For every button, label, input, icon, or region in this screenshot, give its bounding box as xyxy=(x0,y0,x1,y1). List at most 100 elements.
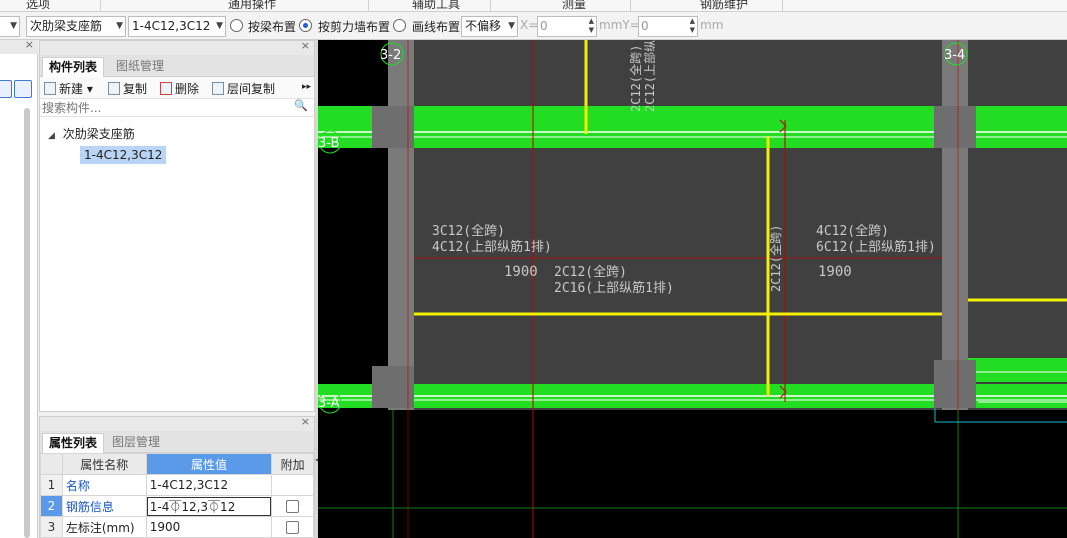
copy-icon xyxy=(108,82,120,95)
row-index: 1 xyxy=(40,474,63,496)
component-name-select[interactable]: 1-4C12,3C12 ▼ xyxy=(128,16,226,37)
prop-name: 左标注(mm) xyxy=(61,516,147,538)
tab-drawing-management[interactable]: 图纸管理 xyxy=(110,57,170,77)
annot-right-bottom[interactable]: 6C12(上部纵筋1排) xyxy=(816,239,936,255)
radio-beam-layout[interactable] xyxy=(230,19,243,32)
prop-name: 名称 xyxy=(61,474,147,496)
radio-shearwall-layout[interactable] xyxy=(299,19,312,32)
property-tabs: 属性列表 图层管理 xyxy=(40,431,314,453)
prop-value[interactable]: 1900 xyxy=(145,516,273,538)
y-input[interactable]: 0 ▲ ▼ xyxy=(638,16,698,37)
table-row[interactable]: 2 钢筋信息 1-4⏁12,3⏁12 xyxy=(40,495,314,517)
ribbon-group-rebar[interactable]: 钢筋维护 xyxy=(700,0,748,11)
extra-checkbox[interactable] xyxy=(286,500,300,513)
layer-select[interactable]: ▼ xyxy=(0,16,20,37)
delete-button[interactable]: 删除 xyxy=(160,80,199,97)
search-icon[interactable]: 🔍 xyxy=(294,99,308,112)
annot-vertical-top-a[interactable]: 2C12(全跨) xyxy=(628,45,643,112)
row-index: 2 xyxy=(40,495,63,517)
drawing-toolbar: ▼ 次肋梁支座筋 ▼ 1-4C12,3C12 ▼ 按梁布置 按剪力墙布置 画线布置 … xyxy=(0,12,1067,40)
ribbon-group-measure[interactable]: 测量 xyxy=(562,0,586,11)
more-actions-icon[interactable]: ▸▸ xyxy=(302,82,311,92)
strip-scrollbar[interactable] xyxy=(24,108,30,538)
spinner-icon[interactable]: ▲ ▼ xyxy=(690,17,695,35)
annot-right-dim[interactable]: 1900 xyxy=(818,264,852,280)
void-area xyxy=(318,148,390,368)
prop-value-editor[interactable]: 1-4⏁12,3⏁12 xyxy=(145,495,273,517)
nav-list-button[interactable] xyxy=(14,80,32,98)
copy-label: 复制 xyxy=(123,82,148,96)
annot-mid-top[interactable]: 2C12(全跨) xyxy=(554,264,627,280)
axis-label-3-b: 3-B xyxy=(318,136,339,151)
prop-extra xyxy=(271,516,314,538)
new-label: 新建 xyxy=(59,82,84,96)
prop-value[interactable]: 1-4C12,3C12 xyxy=(145,474,273,496)
search-input[interactable] xyxy=(42,100,292,116)
component-type-select[interactable]: 次肋梁支座筋 ▼ xyxy=(26,16,126,37)
ribbon-group-common[interactable]: 通用操作 xyxy=(228,0,276,11)
expand-icon[interactable]: ◢ xyxy=(48,131,55,141)
axis-label-3-2: 3-2 xyxy=(380,48,401,63)
col-prop-extra: 附加 xyxy=(271,453,314,475)
annot-vertical-mid[interactable]: 2C12(全跨) xyxy=(768,225,783,292)
tab-layer-management[interactable]: 图层管理 xyxy=(106,433,166,453)
annot-left-dim[interactable]: 1900 xyxy=(504,264,538,280)
panel-header: × xyxy=(40,415,314,431)
component-search: 🔍 xyxy=(40,99,314,117)
table-header-row: 属性名称 属性值 附加 xyxy=(40,453,314,475)
nav-toggle-button[interactable] xyxy=(0,80,12,98)
prop-extra xyxy=(271,495,314,517)
component-type-value: 次肋梁支座筋 xyxy=(30,19,103,33)
wall-right[interactable] xyxy=(942,40,968,410)
radio-line-layout[interactable] xyxy=(393,19,406,32)
property-table: 属性名称 属性值 附加 1 名称 1-4C12,3C12 2 钢筋信息 1-4⏁… xyxy=(40,453,314,538)
x-label: X= xyxy=(520,18,539,32)
extra-checkbox[interactable] xyxy=(286,521,300,534)
column-right-top[interactable] xyxy=(934,106,976,148)
mm-y-label: mmY= xyxy=(599,18,640,32)
annot-left-top[interactable]: 3C12(全跨) xyxy=(432,223,505,239)
new-icon xyxy=(44,82,56,95)
x-input[interactable]: 0 ▲ ▼ xyxy=(537,16,597,37)
chevron-down-icon: ▼ xyxy=(216,21,223,31)
cad-drawing[interactable]: 3-2 3-4 3-B 3-A 3C12(全跨) 4C12(上部纵筋1排) 19… xyxy=(318,40,1067,538)
ribbon-group-tools[interactable]: 辅助工具 xyxy=(412,0,460,11)
component-tree: ◢ 次肋梁支座筋 1-4C12,3C12 xyxy=(40,117,314,397)
tab-component-list[interactable]: 构件列表 xyxy=(42,57,105,77)
offset-select[interactable]: 不偏移 ▼ xyxy=(461,16,518,37)
tab-property-list[interactable]: 属性列表 xyxy=(42,433,105,453)
annot-left-bottom[interactable]: 4C12(上部纵筋1排) xyxy=(432,239,552,255)
floor-copy-label: 层间复制 xyxy=(227,82,276,96)
delete-label: 删除 xyxy=(175,82,200,96)
close-icon[interactable]: × xyxy=(301,415,310,428)
floor-copy-button[interactable]: 层间复制 xyxy=(212,80,275,97)
tree-node-selected[interactable]: 1-4C12,3C12 xyxy=(80,146,167,164)
table-row[interactable]: 3 左标注(mm) 1900 xyxy=(40,516,314,538)
chevron-down-icon: ▼ xyxy=(116,21,123,31)
column-right-bottom[interactable] xyxy=(934,360,976,408)
beam-right-stub[interactable] xyxy=(968,358,1067,382)
row-index: 3 xyxy=(40,516,63,538)
close-icon[interactable]: × xyxy=(301,39,310,52)
spinner-icon[interactable]: ▲ ▼ xyxy=(589,17,594,35)
close-icon[interactable]: × xyxy=(25,38,34,51)
component-tabs: 构件列表 图纸管理 xyxy=(40,55,314,77)
radio-line-label: 画线布置 xyxy=(412,20,461,34)
table-row[interactable]: 1 名称 1-4C12,3C12 xyxy=(40,474,314,496)
prop-name: 钢筋信息 xyxy=(61,495,147,517)
wall-left[interactable] xyxy=(388,40,414,410)
annot-right-top[interactable]: 4C12(全跨) xyxy=(816,223,889,239)
tree-node-root[interactable]: ◢ 次肋梁支座筋 xyxy=(48,125,135,142)
new-button[interactable]: 新建 ▾ xyxy=(44,80,93,97)
property-panel: × 属性列表 图层管理 属性名称 属性值 附加 1 名称 1-4C12,3C12… xyxy=(39,415,315,538)
ribbon-group-options[interactable]: 选项 xyxy=(26,0,50,11)
col-prop-name: 属性名称 xyxy=(61,453,147,475)
component-name-value: 1-4C12,3C12 xyxy=(132,19,211,33)
axis-label-3-4: 3-4 xyxy=(944,48,965,63)
left-nav-strip: × xyxy=(0,38,38,538)
panel-header: × xyxy=(40,39,314,55)
annot-mid-bottom[interactable]: 2C16(上部纵筋1排) xyxy=(554,280,674,296)
copy-button[interactable]: 复制 xyxy=(108,80,147,97)
drawing-canvas[interactable]: 3-2 3-4 3-B 3-A 3C12(全跨) 4C12(上部纵筋1排) 19… xyxy=(318,40,1067,538)
annot-vertical-top-b[interactable]: 2C12(上部纵筋1排) xyxy=(642,40,657,112)
